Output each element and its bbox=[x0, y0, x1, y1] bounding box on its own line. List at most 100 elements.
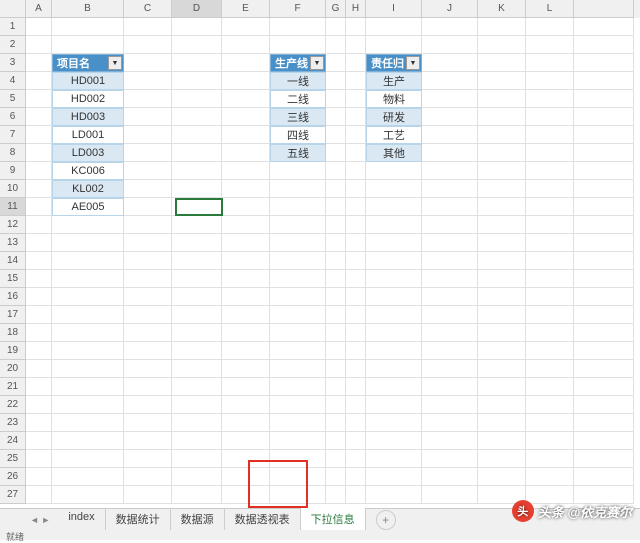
cell-H1[interactable] bbox=[346, 18, 366, 36]
cell-L12[interactable] bbox=[526, 216, 574, 234]
cell-F18[interactable] bbox=[270, 324, 326, 342]
cell-E23[interactable] bbox=[222, 414, 270, 432]
cell-B25[interactable] bbox=[52, 450, 124, 468]
cell-B10[interactable]: KL002 bbox=[52, 180, 124, 198]
sheet-tab-数据统计[interactable]: 数据统计 bbox=[106, 508, 171, 532]
cell-A6[interactable] bbox=[26, 108, 52, 126]
cell-C23[interactable] bbox=[124, 414, 172, 432]
cell-B2[interactable] bbox=[52, 36, 124, 54]
cell-D3[interactable] bbox=[172, 54, 222, 72]
cell-E8[interactable] bbox=[222, 144, 270, 162]
cell-L26[interactable] bbox=[526, 468, 574, 486]
cell-B1[interactable] bbox=[52, 18, 124, 36]
row-header-18[interactable]: 18 bbox=[0, 324, 26, 342]
cell-J7[interactable] bbox=[422, 126, 478, 144]
cell-G14[interactable] bbox=[326, 252, 346, 270]
cell-F5[interactable]: 二线 bbox=[270, 90, 326, 108]
cell-J15[interactable] bbox=[422, 270, 478, 288]
cell-B11[interactable]: AE005 bbox=[52, 198, 124, 216]
cell-A12[interactable] bbox=[26, 216, 52, 234]
cell-K6[interactable] bbox=[478, 108, 526, 126]
cell-B7[interactable]: LD001 bbox=[52, 126, 124, 144]
cell-A2[interactable] bbox=[26, 36, 52, 54]
cell-H23[interactable] bbox=[346, 414, 366, 432]
row-header-19[interactable]: 19 bbox=[0, 342, 26, 360]
cell-H13[interactable] bbox=[346, 234, 366, 252]
cell-L18[interactable] bbox=[526, 324, 574, 342]
cell-B13[interactable] bbox=[52, 234, 124, 252]
row-header-25[interactable]: 25 bbox=[0, 450, 26, 468]
cell-B24[interactable] bbox=[52, 432, 124, 450]
cell-A10[interactable] bbox=[26, 180, 52, 198]
cell-L10[interactable] bbox=[526, 180, 574, 198]
cell-I1[interactable] bbox=[366, 18, 422, 36]
cell-D9[interactable] bbox=[172, 162, 222, 180]
cell-C27[interactable] bbox=[124, 486, 172, 504]
cell-H9[interactable] bbox=[346, 162, 366, 180]
cell-C19[interactable] bbox=[124, 342, 172, 360]
cell-J25[interactable] bbox=[422, 450, 478, 468]
cell-A27[interactable] bbox=[26, 486, 52, 504]
cell-L1[interactable] bbox=[526, 18, 574, 36]
row-header-7[interactable]: 7 bbox=[0, 126, 26, 144]
cell-I2[interactable] bbox=[366, 36, 422, 54]
col-header-C[interactable]: C bbox=[124, 0, 172, 18]
cell-B16[interactable] bbox=[52, 288, 124, 306]
row-header-24[interactable]: 24 bbox=[0, 432, 26, 450]
cell-D11[interactable] bbox=[172, 198, 222, 216]
cell-C6[interactable] bbox=[124, 108, 172, 126]
sheet-tab-index[interactable]: index bbox=[58, 508, 105, 532]
cell-B3[interactable]: 项目名▼ bbox=[52, 54, 124, 72]
cell-C2[interactable] bbox=[124, 36, 172, 54]
cell-D8[interactable] bbox=[172, 144, 222, 162]
cell-D5[interactable] bbox=[172, 90, 222, 108]
cell-I13[interactable] bbox=[366, 234, 422, 252]
cell-A18[interactable] bbox=[26, 324, 52, 342]
cell-H3[interactable] bbox=[346, 54, 366, 72]
row-header-4[interactable]: 4 bbox=[0, 72, 26, 90]
cell-K13[interactable] bbox=[478, 234, 526, 252]
row-header-26[interactable]: 26 bbox=[0, 468, 26, 486]
cell-G8[interactable] bbox=[326, 144, 346, 162]
cell-J4[interactable] bbox=[422, 72, 478, 90]
cell-F14[interactable] bbox=[270, 252, 326, 270]
cell-G13[interactable] bbox=[326, 234, 346, 252]
cell-K23[interactable] bbox=[478, 414, 526, 432]
cell-D2[interactable] bbox=[172, 36, 222, 54]
cell-G11[interactable] bbox=[326, 198, 346, 216]
cell-H4[interactable] bbox=[346, 72, 366, 90]
cell-H25[interactable] bbox=[346, 450, 366, 468]
cell-A24[interactable] bbox=[26, 432, 52, 450]
cell-A9[interactable] bbox=[26, 162, 52, 180]
cell-G3[interactable] bbox=[326, 54, 346, 72]
row-header-3[interactable]: 3 bbox=[0, 54, 26, 72]
cell-J13[interactable] bbox=[422, 234, 478, 252]
cell-B4[interactable]: HD001 bbox=[52, 72, 124, 90]
col-header-D[interactable]: D bbox=[172, 0, 222, 18]
cell-C5[interactable] bbox=[124, 90, 172, 108]
col-header-E[interactable]: E bbox=[222, 0, 270, 18]
row-header-6[interactable]: 6 bbox=[0, 108, 26, 126]
cell-L13[interactable] bbox=[526, 234, 574, 252]
col-header-G[interactable]: G bbox=[326, 0, 346, 18]
cell-E20[interactable] bbox=[222, 360, 270, 378]
cell-B6[interactable]: HD003 bbox=[52, 108, 124, 126]
cell-E19[interactable] bbox=[222, 342, 270, 360]
cell-C13[interactable] bbox=[124, 234, 172, 252]
cell-H21[interactable] bbox=[346, 378, 366, 396]
cell-L11[interactable] bbox=[526, 198, 574, 216]
cell-A3[interactable] bbox=[26, 54, 52, 72]
cell-H15[interactable] bbox=[346, 270, 366, 288]
cell-B18[interactable] bbox=[52, 324, 124, 342]
filter-dropdown-icon[interactable]: ▼ bbox=[108, 56, 122, 70]
cell-L24[interactable] bbox=[526, 432, 574, 450]
cell-K17[interactable] bbox=[478, 306, 526, 324]
cell-E10[interactable] bbox=[222, 180, 270, 198]
cell-H18[interactable] bbox=[346, 324, 366, 342]
cell-G16[interactable] bbox=[326, 288, 346, 306]
cell-K12[interactable] bbox=[478, 216, 526, 234]
cell-I24[interactable] bbox=[366, 432, 422, 450]
cell-E4[interactable] bbox=[222, 72, 270, 90]
cell-L9[interactable] bbox=[526, 162, 574, 180]
cell-D27[interactable] bbox=[172, 486, 222, 504]
